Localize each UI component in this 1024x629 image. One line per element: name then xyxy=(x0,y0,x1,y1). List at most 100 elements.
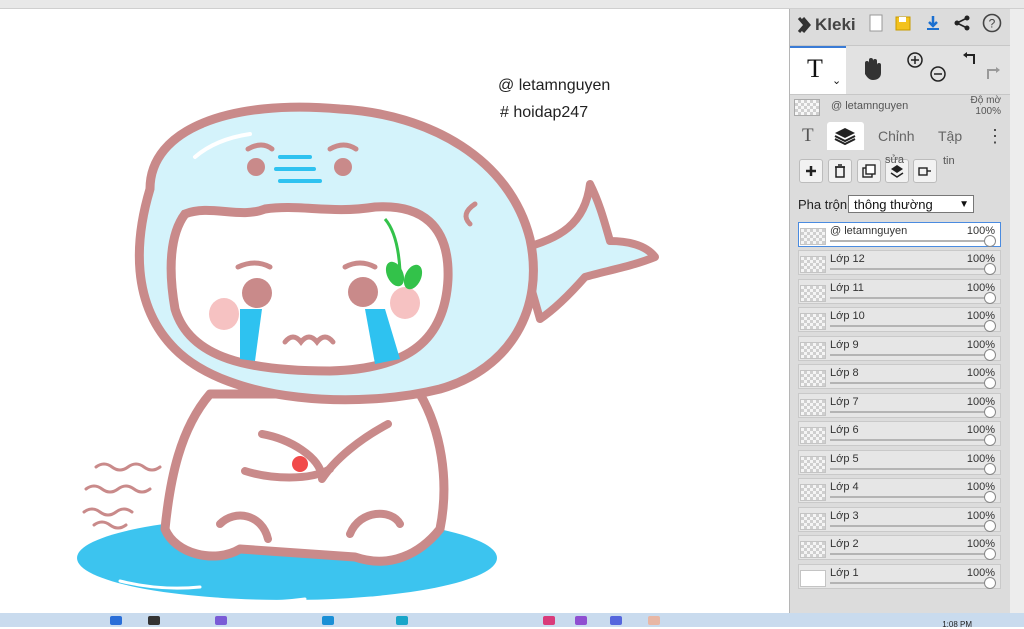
undo-icon[interactable] xyxy=(962,51,980,72)
watermark-username: @ letamnguyen xyxy=(498,77,611,94)
page-scrollbar[interactable] xyxy=(1010,9,1024,613)
opacity-label: Độ mờ xyxy=(970,95,1001,106)
duplicate-layer-button[interactable] xyxy=(857,159,881,183)
taskbar-app-icon[interactable] xyxy=(610,616,622,625)
opacity-slider-track[interactable] xyxy=(830,325,988,327)
opacity-slider-track[interactable] xyxy=(830,297,988,299)
help-icon[interactable]: ? xyxy=(982,13,1002,33)
kleki-logo: Kleki xyxy=(796,11,856,39)
watermark-hashtag: # hoidap247 xyxy=(500,104,589,121)
opacity-slider-track[interactable] xyxy=(830,240,988,242)
blend-mode-label: Pha trộn xyxy=(798,197,848,212)
layer-thumbnail xyxy=(800,399,826,416)
chevron-down-icon: ▼ xyxy=(959,199,969,210)
layer-item[interactable]: Lớp 4 100% xyxy=(798,478,1001,503)
layer-item[interactable]: Lớp 3 100% xyxy=(798,507,1001,532)
tab-layers[interactable] xyxy=(827,122,864,150)
layer-name: Lớp 1 xyxy=(830,567,859,579)
opacity-slider-track[interactable] xyxy=(830,525,988,527)
taskbar-app-icon[interactable] xyxy=(543,616,555,625)
edit-label: sửa xyxy=(885,154,904,166)
redo-icon[interactable] xyxy=(984,66,1002,87)
layer-item[interactable]: Lớp 2 100% xyxy=(798,535,1001,560)
opacity-slider-knob[interactable] xyxy=(984,349,996,361)
opacity-slider-knob[interactable] xyxy=(984,520,996,532)
clock: 1:08 PM xyxy=(942,620,972,629)
layer-thumbnail xyxy=(800,513,826,530)
add-layer-button[interactable] xyxy=(799,159,823,183)
layer-name: Lớp 9 xyxy=(830,339,859,351)
opacity-slider-track[interactable] xyxy=(830,439,988,441)
delete-layer-button[interactable] xyxy=(828,159,852,183)
opacity-slider-knob[interactable] xyxy=(984,406,996,418)
opacity-slider-track[interactable] xyxy=(830,268,988,270)
opacity-slider-knob[interactable] xyxy=(984,434,996,446)
layer-item[interactable]: Lớp 9 100% xyxy=(798,336,1001,361)
taskbar-app-icon[interactable] xyxy=(396,616,408,625)
layer-name: Lớp 5 xyxy=(830,453,859,465)
blend-mode-row: Pha trộn thông thường ▼ xyxy=(798,195,1008,215)
opacity-slider-track[interactable] xyxy=(830,582,988,584)
brush-preview xyxy=(794,99,820,116)
blend-mode-select[interactable]: thông thường ▼ xyxy=(848,195,974,213)
layer-item[interactable]: Lớp 1 100% xyxy=(798,564,1001,589)
share-icon[interactable] xyxy=(952,13,972,33)
layer-item[interactable]: @ letamnguyen 100% xyxy=(798,222,1001,247)
opacity-slider-knob[interactable] xyxy=(984,235,996,247)
tab-adjust[interactable]: Chỉnh xyxy=(878,122,915,150)
opacity-slider-knob[interactable] xyxy=(984,263,996,275)
layers-icon xyxy=(834,128,856,146)
layer-name: Lớp 4 xyxy=(830,481,859,493)
save-icon[interactable] xyxy=(893,13,913,33)
layer-name: Lớp 11 xyxy=(830,282,864,294)
layer-item[interactable]: Lớp 12 100% xyxy=(798,250,1001,275)
opacity-slider-track[interactable] xyxy=(830,468,988,470)
svg-text:?: ? xyxy=(989,17,996,31)
download-icon[interactable] xyxy=(923,13,943,33)
new-file-icon[interactable] xyxy=(866,13,886,33)
merge-icon xyxy=(890,165,904,178)
layer-item[interactable]: Lớp 10 100% xyxy=(798,307,1001,332)
taskbar-app-icon[interactable] xyxy=(575,616,587,625)
more-menu-icon[interactable]: ⋮ xyxy=(986,122,1004,150)
duplicate-icon xyxy=(862,164,876,178)
opacity-slider-knob[interactable] xyxy=(984,377,996,389)
layer-item[interactable]: Lớp 7 100% xyxy=(798,393,1001,418)
layer-thumbnail xyxy=(800,570,826,587)
layer-item[interactable]: Lớp 5 100% xyxy=(798,450,1001,475)
layer-item[interactable]: Lớp 8 100% xyxy=(798,364,1001,389)
opacity-slider-track[interactable] xyxy=(830,553,988,555)
opacity-slider-track[interactable] xyxy=(830,411,988,413)
trash-icon xyxy=(835,164,845,178)
layer-thumbnail xyxy=(800,285,826,302)
layer-item[interactable]: Lớp 6 100% xyxy=(798,421,1001,446)
hand-tool-icon[interactable] xyxy=(860,56,884,87)
opacity-slider-knob[interactable] xyxy=(984,463,996,475)
opacity-slider-knob[interactable] xyxy=(984,491,996,503)
brush-name: @ letamnguyen xyxy=(831,100,909,112)
opacity-slider-track[interactable] xyxy=(830,354,988,356)
layer-properties-button[interactable] xyxy=(913,159,937,183)
layer-item[interactable]: Lớp 11 100% xyxy=(798,279,1001,304)
opacity-slider-track[interactable] xyxy=(830,382,988,384)
taskbar-app-icon[interactable] xyxy=(322,616,334,625)
opacity-slider-knob[interactable] xyxy=(984,548,996,560)
side-panel: Kleki ? T ⌄ @ letamnguyen Độ mờ 100% T C… xyxy=(789,9,1011,613)
whale-tail xyxy=(516,180,659,323)
opacity-slider-track[interactable] xyxy=(830,496,988,498)
drawing-canvas[interactable]: @ letamnguyen # hoidap247 xyxy=(0,9,789,613)
zoom-in-icon[interactable] xyxy=(906,51,924,74)
opacity-slider-knob[interactable] xyxy=(984,292,996,304)
taskbar-app-icon[interactable] xyxy=(215,616,227,625)
chevron-down-icon[interactable]: ⌄ xyxy=(832,74,841,87)
tool-row: T ⌄ xyxy=(790,45,1011,95)
tab-file[interactable]: Tập xyxy=(938,122,962,150)
tab-text[interactable]: T xyxy=(802,122,814,150)
zoom-out-icon[interactable] xyxy=(929,65,947,88)
search-icon[interactable] xyxy=(148,616,160,625)
start-icon[interactable] xyxy=(110,616,122,625)
opacity-slider-knob[interactable] xyxy=(984,577,996,589)
opacity-slider-knob[interactable] xyxy=(984,320,996,332)
text-tool[interactable]: T ⌄ xyxy=(790,46,846,94)
taskbar-app-icon[interactable] xyxy=(648,616,660,625)
